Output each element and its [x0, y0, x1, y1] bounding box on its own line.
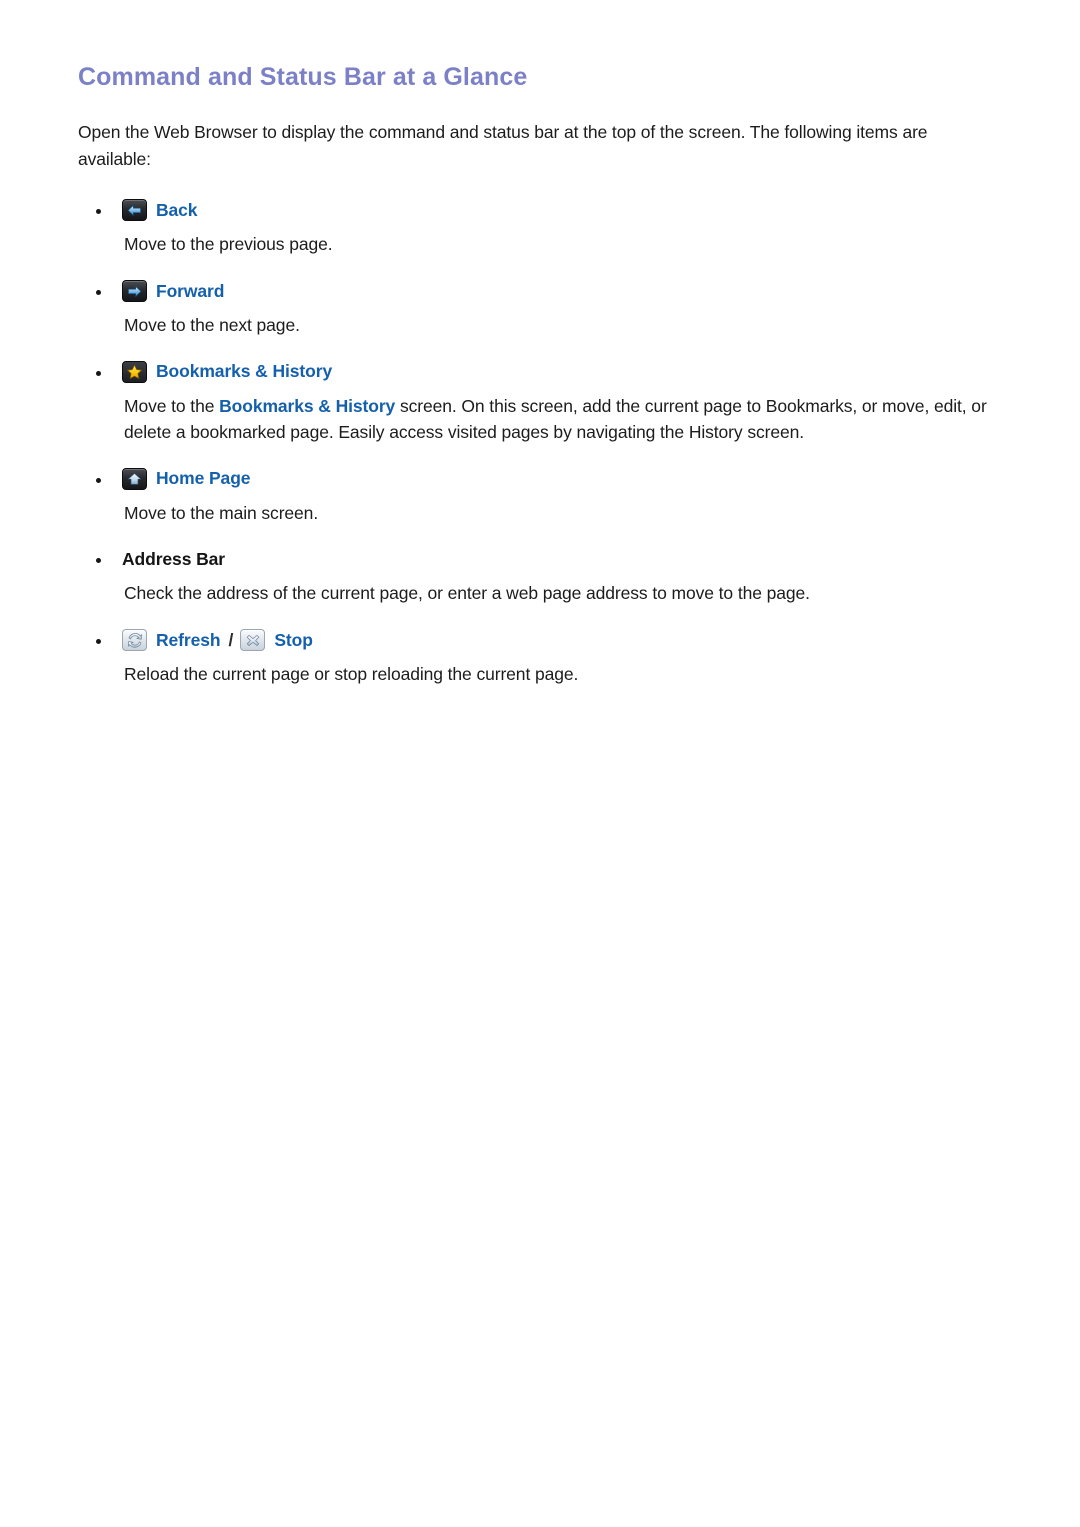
list-item-home-page: Home Page Move to the main screen.: [78, 467, 1008, 527]
desc-text-before: Move to the: [124, 395, 220, 416]
bullet-point: [96, 370, 101, 376]
star-bookmark-icon: [122, 360, 147, 383]
item-label-back: Back: [156, 199, 198, 220]
item-description-refresh-stop: Reload the current page or stop reloadin…: [124, 664, 579, 684]
stop-icon: [240, 629, 266, 651]
item-heading-back: Back: [122, 198, 1008, 222]
label-separator: /: [228, 629, 234, 650]
list-item-bookmarks-history: Bookmarks & History Move to the Bookmark…: [78, 360, 1008, 446]
item-heading-address-bar: Address Bar: [122, 547, 1008, 571]
forward-arrow-icon: [122, 280, 147, 303]
item-heading-bookmarks-history: Bookmarks & History: [122, 360, 1008, 384]
item-heading-home-page: Home Page: [122, 467, 1008, 491]
back-arrow-icon: [122, 199, 147, 222]
item-label-bookmarks-history: Bookmarks & History: [156, 361, 333, 382]
bullet-point: [96, 290, 101, 296]
item-label-refresh: Refresh: [156, 629, 221, 650]
desc-highlight-bookmarks-history: Bookmarks & History: [219, 395, 396, 416]
refresh-icon: [122, 629, 147, 651]
item-description-back: Move to the previous page.: [124, 234, 333, 255]
item-label-forward: Forward: [156, 280, 225, 301]
bullet-point: [96, 209, 101, 215]
intro-paragraph: Open the Web Browser to display the comm…: [78, 122, 928, 169]
item-description-bookmarks-history: Move to the Bookmarks & History screen. …: [122, 393, 1008, 446]
document-page: Command and Status Bar at a Glance Open …: [0, 0, 1080, 1527]
feature-list: Back Move to the previous page. Forward …: [78, 198, 1008, 687]
list-item-forward: Forward Move to the next page.: [78, 279, 1008, 339]
item-label-address-bar: Address Bar: [122, 548, 225, 569]
bullet-point: [96, 477, 101, 483]
home-icon: [122, 467, 147, 490]
item-description-forward: Move to the next page.: [124, 315, 300, 336]
list-item-address-bar: Address Bar Check the address of the cur…: [78, 547, 1008, 607]
bullet-point: [96, 558, 101, 564]
item-description-address-bar: Check the address of the current page, o…: [124, 583, 810, 604]
list-item-back: Back Move to the previous page.: [78, 198, 1008, 258]
item-description-home-page: Move to the main screen.: [124, 502, 319, 523]
item-label-stop: Stop: [274, 629, 313, 650]
item-label-home-page: Home Page: [156, 468, 251, 489]
bullet-point: [96, 639, 101, 644]
document-content: Command and Status Bar at a Glance Open …: [78, 62, 1008, 688]
page-title: Command and Status Bar at a Glance: [78, 63, 528, 91]
list-item-refresh-stop: Refresh / Stop Reload the current page o…: [78, 628, 1008, 688]
item-heading-forward: Forward: [122, 279, 1008, 303]
item-heading-refresh-stop: Refresh / Stop: [122, 628, 1008, 652]
